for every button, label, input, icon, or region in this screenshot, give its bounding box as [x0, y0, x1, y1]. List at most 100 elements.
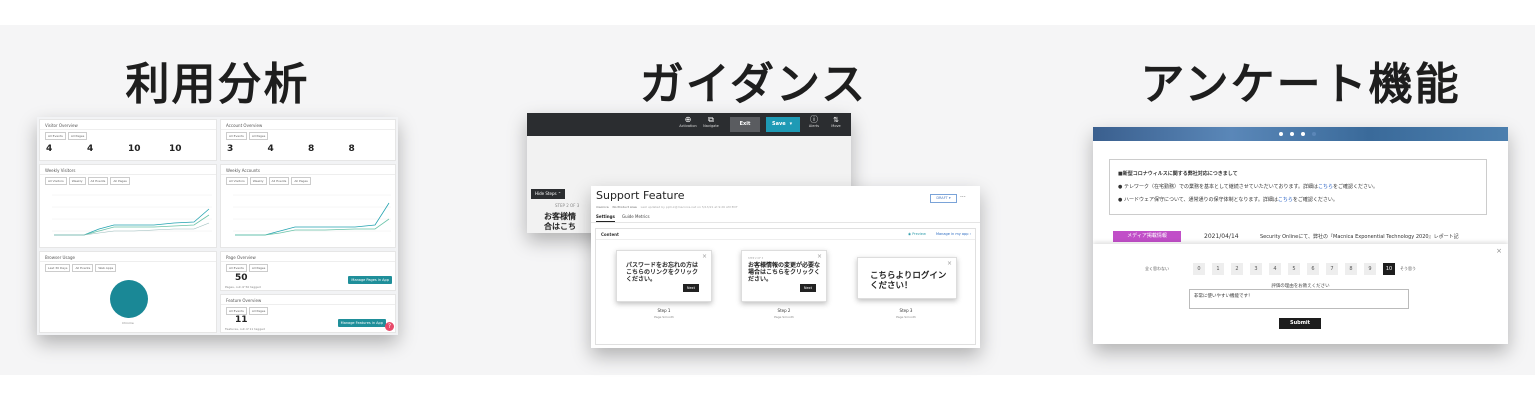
draft-status-dropdown[interactable]: DRAFT ▾: [930, 194, 957, 203]
filter-chip[interactable]: All Events: [45, 132, 66, 140]
navigate-icon[interactable]: ⧉: [700, 116, 722, 124]
next-button[interactable]: Next: [682, 284, 699, 292]
save-button[interactable]: Save ▾: [766, 117, 800, 132]
meta-updated: Last updated by pptr-k@macnica.net on 5/…: [640, 205, 738, 209]
step-3-popup[interactable]: × こちらよりログインください！: [857, 257, 957, 299]
close-icon[interactable]: ×: [947, 260, 952, 267]
navigate-label: Navigate: [703, 124, 719, 128]
notice-box: ■新型コロナウィルスに関する弊社対応につきまして ● テレワーク（在宅勤務）での…: [1109, 159, 1487, 215]
step-1-popup[interactable]: × パスワードをお忘れの方はこちらのリンクをクリックください。 Next: [616, 250, 712, 302]
score-button[interactable]: 8: [1345, 263, 1357, 275]
filter-chip[interactable]: All Pages: [248, 132, 269, 140]
next-button[interactable]: Next: [799, 284, 816, 292]
step-label: Step 1: [657, 308, 671, 313]
stat-value: 8: [308, 144, 315, 154]
score-button-selected[interactable]: 10: [1383, 263, 1395, 275]
carousel-dot[interactable]: [1312, 132, 1316, 136]
analytics-screenshot: Visitor Overview All Events All Pages 4v…: [37, 117, 398, 335]
hide-steps-button[interactable]: Hide Steps ⌃: [531, 189, 566, 199]
pie-label: Chrome: [122, 321, 134, 325]
step-sublabel: Page Smooth: [654, 315, 674, 319]
tab-guide-metrics[interactable]: Guide Metrics: [622, 214, 650, 219]
filter-chip[interactable]: All Pages: [67, 132, 88, 140]
feature-caption: Features, out of 11 tagged: [225, 327, 265, 331]
high-score-label: そう思う: [1400, 266, 1416, 271]
activation-icon[interactable]: ⊕: [677, 116, 699, 124]
alerts-icon[interactable]: ⓘ: [805, 116, 823, 124]
manage-in-app-link[interactable]: Manage in my app ›: [936, 232, 971, 236]
save-label: Save: [772, 121, 786, 127]
page-count: 50: [235, 273, 248, 283]
step-sublabel: Page Smooth: [774, 315, 794, 319]
filter-chip[interactable]: Last 30 Days: [45, 264, 71, 272]
notice-link[interactable]: こちら: [1318, 184, 1333, 190]
move-icon[interactable]: ⇅: [827, 116, 845, 124]
filter-chip[interactable]: Web Apps: [95, 264, 117, 272]
carousel-dot[interactable]: [1290, 132, 1294, 136]
score-button[interactable]: 6: [1307, 263, 1319, 275]
score-button[interactable]: 7: [1326, 263, 1338, 275]
preview-link[interactable]: ◉ Preview: [908, 232, 926, 236]
filter-chip[interactable]: All Events: [226, 264, 247, 272]
survey-screenshot: ■新型コロナウィルスに関する弊社対応につきまして ● テレワーク（在宅勤務）での…: [1093, 127, 1508, 344]
filter-chip[interactable]: All Events: [226, 307, 247, 315]
popup-text: お客様情報の変更が必要な場合はこちらをクリックください。: [748, 262, 821, 283]
manage-pages-button[interactable]: Manage Pages in App: [348, 276, 392, 284]
manage-in-app-label: Manage in my app: [936, 232, 969, 236]
more-icon[interactable]: ···: [960, 194, 966, 201]
filter-chip[interactable]: All Events: [87, 177, 109, 185]
filter-chip[interactable]: All Pages: [291, 177, 311, 185]
tab-settings[interactable]: Settings: [596, 214, 615, 222]
close-icon[interactable]: ×: [1496, 247, 1502, 255]
filter-chip[interactable]: Weekly: [249, 177, 267, 185]
card-title: Account Overview: [221, 120, 395, 130]
page-overview-card: Page Overview All Events All Pages 50 Pa…: [220, 251, 396, 291]
eye-icon: ◉: [908, 232, 912, 236]
score-button[interactable]: 2: [1231, 263, 1243, 275]
filter-chip[interactable]: All Pages: [248, 307, 269, 315]
score-button[interactable]: 5: [1288, 263, 1300, 275]
card-title: Weekly Visitors: [40, 165, 216, 175]
filter-chip[interactable]: All Events: [226, 132, 247, 140]
notice-title: ■新型コロナウィルスに関する弊社対応につきまして: [1118, 171, 1238, 177]
score-button[interactable]: 9: [1364, 263, 1376, 275]
content-card: Content ◉ Preview Manage in my app › × パ…: [595, 228, 976, 345]
submit-button[interactable]: Submit: [1279, 318, 1321, 329]
filter-chip[interactable]: All Events: [268, 177, 290, 185]
reason-textarea[interactable]: 非常に使いやすい機能です！: [1189, 289, 1409, 309]
stat-value: 4: [267, 144, 274, 154]
alerts-label: Alerts: [808, 124, 820, 128]
feature-count: 11: [235, 315, 248, 325]
score-button[interactable]: 1: [1212, 263, 1224, 275]
filter-chip[interactable]: All Visitors: [45, 177, 67, 185]
guide-title: Support Feature: [596, 189, 685, 202]
manage-features-button[interactable]: Manage Features in App: [337, 319, 386, 327]
exit-button[interactable]: Exit: [730, 117, 760, 132]
score-button[interactable]: 0: [1193, 263, 1205, 275]
step-2-popup[interactable]: × STEP 2 OF 3 お客様情報の変更が必要な場合はこちらをクリックくださ…: [741, 250, 827, 302]
news-tag: メディア掲載情報: [1113, 231, 1181, 242]
notice-suffix: をご確認ください。: [1292, 197, 1338, 203]
stat-value: 4: [87, 144, 94, 154]
help-icon[interactable]: ?: [385, 322, 394, 331]
close-icon[interactable]: ×: [817, 253, 822, 260]
news-text[interactable]: Security Onlineにて、弊社の『Macnica Exponentia…: [1260, 233, 1459, 240]
notice-link[interactable]: こちら: [1278, 197, 1293, 203]
stat-value: 8: [348, 144, 355, 154]
title-analytics: 利用分析: [125, 59, 310, 110]
filter-chip[interactable]: All Visitors: [226, 177, 248, 185]
content-label: Content: [601, 232, 619, 237]
score-button[interactable]: 3: [1250, 263, 1262, 275]
carousel-dot[interactable]: [1279, 132, 1283, 136]
weekly-visitors-line-chart: [52, 194, 212, 236]
carousel-dot[interactable]: [1301, 132, 1305, 136]
filter-chip[interactable]: Weekly: [68, 177, 86, 185]
filter-chip[interactable]: All Events: [72, 264, 94, 272]
score-button[interactable]: 4: [1269, 263, 1281, 275]
filter-chip[interactable]: All Pages: [248, 264, 269, 272]
low-score-label: 全く思わない: [1145, 266, 1169, 271]
close-icon[interactable]: ×: [702, 253, 707, 260]
page-caption: Pages, out of 50 tagged: [225, 285, 261, 289]
filter-chip[interactable]: All Pages: [110, 177, 130, 185]
step-sublabel: Page Smooth: [896, 315, 916, 319]
